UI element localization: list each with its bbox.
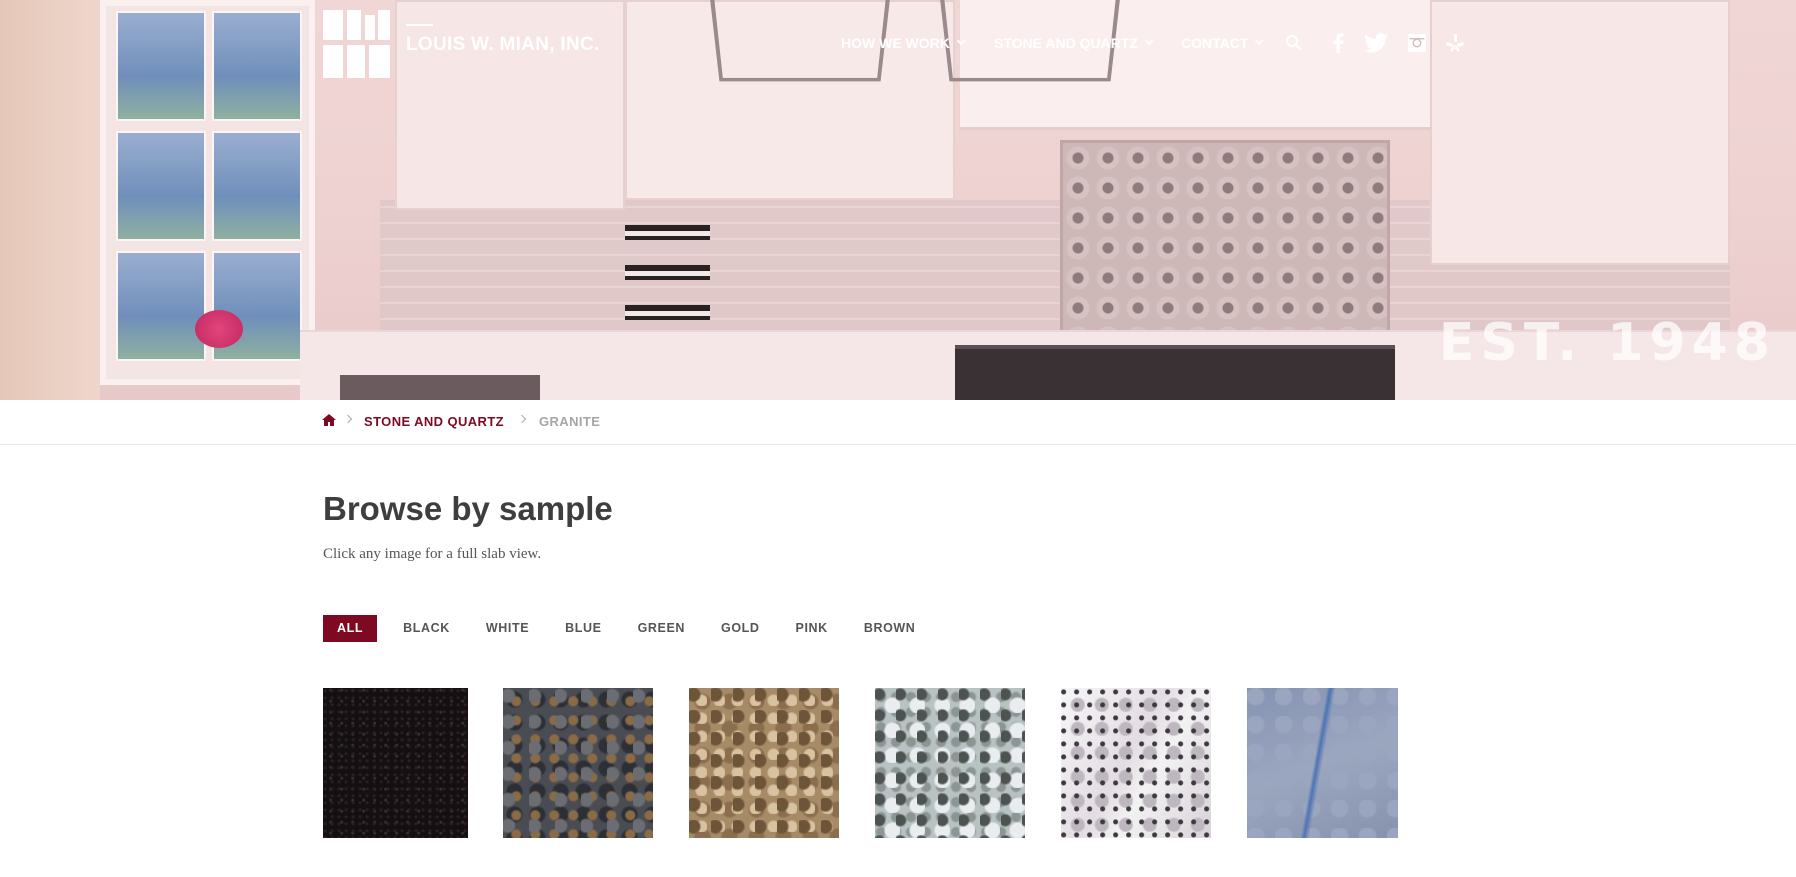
chevron-right-icon [517,414,527,424]
search-icon[interactable] [1282,31,1306,55]
hero-tagline: EST. 1948 [1438,313,1776,373]
granite-sample-tile[interactable] [503,688,653,838]
home-icon[interactable] [322,413,336,427]
hero-backsplash [1060,140,1390,340]
breadcrumb-current: GRANITE [539,414,601,429]
twitter-icon[interactable] [1362,31,1390,55]
breadcrumb: STONE AND QUARTZ GRANITE [0,400,1796,445]
granite-sample-tile[interactable] [1061,688,1211,838]
granite-sample-tile[interactable] [689,688,839,838]
granite-sample-tile[interactable] [1247,688,1398,838]
nav-stone-and-quartz[interactable]: STONE AND QUARTZ [994,35,1154,51]
hero-cabinet [395,0,625,210]
nav-label: STONE AND QUARTZ [994,35,1138,51]
filter-brown[interactable]: BROWN [864,615,916,642]
nav-label: CONTACT [1181,35,1249,51]
filter-black[interactable]: BLACK [403,615,450,642]
hero-stove [955,345,1395,400]
facebook-icon[interactable] [1326,31,1350,55]
hero-flowers [195,310,243,348]
granite-sample-tile[interactable] [875,688,1025,838]
brand-accent-line [406,24,433,26]
color-filter-bar: ALL BLACK WHITE BLUE GREEN GOLD PINK BRO… [323,615,951,642]
hero-wall-edge [0,0,100,400]
nav-contact[interactable]: CONTACT [1181,35,1264,51]
filter-gold[interactable]: GOLD [721,615,760,642]
filter-green[interactable]: GREEN [638,615,685,642]
filter-pink[interactable]: PINK [796,615,828,642]
hero-image: EST. 1948 [0,0,1796,400]
instagram-icon[interactable] [1405,31,1429,55]
logo[interactable] [323,10,390,78]
nav-how-we-work[interactable]: HOW WE WORK [841,35,966,51]
granite-sample-tile[interactable] [323,688,468,838]
page-title: Browse by sample [323,490,613,527]
yelp-icon[interactable] [1443,31,1467,55]
filter-all[interactable]: ALL [323,615,378,642]
page-subtitle: Click any image for a full slab view. [323,546,542,562]
hero-sink [340,375,540,400]
nav-label: HOW WE WORK [841,35,950,51]
brand-name[interactable]: LOUIS W. MIAN, INC. [406,34,600,56]
hero-fruit-stand [625,200,710,320]
filter-white[interactable]: WHITE [486,615,529,642]
breadcrumb-link-stone-and-quartz[interactable]: STONE AND QUARTZ [364,414,504,429]
chevron-right-icon [343,414,353,424]
hero-cabinet [1430,0,1730,265]
filter-blue[interactable]: BLUE [565,615,601,642]
